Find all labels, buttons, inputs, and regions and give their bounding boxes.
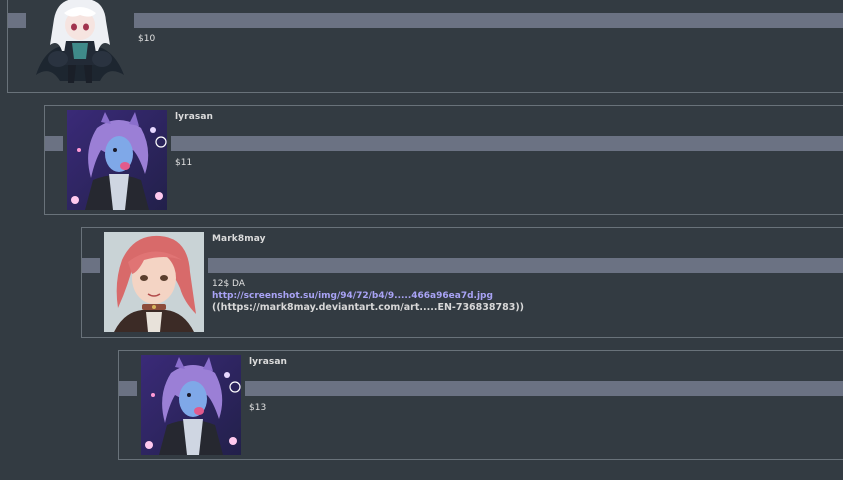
separator-bar [208,258,843,273]
avatar[interactable] [141,355,241,455]
separator-bar [8,13,26,28]
username[interactable]: lyrasan [249,357,287,367]
avatar[interactable] [67,110,167,210]
username[interactable]: Mark8may [212,234,266,244]
separator-bar [119,381,137,396]
comment-item: $10 [7,0,843,93]
deviantart-link-text: ((https://mark8may.deviantart.com/art...… [212,302,525,313]
separator-bar [82,258,100,273]
comment-item: lyrasan $11 [44,105,843,215]
comment-text: $13 [249,403,267,413]
avatar-image [104,232,204,332]
username[interactable]: lyrasan [175,112,213,122]
comment-body: 12$ DA http://screenshot.su/img/94/72/b4… [212,278,524,314]
avatar-image [67,110,167,210]
comment-thread: $10 lyrasan $11 Mark8may 12$ DA http://s… [0,0,843,480]
screenshot-link[interactable]: http://screenshot.su/img/94/72/b4/9.....… [212,290,524,302]
comment-item: lyrasan $13 [118,350,843,460]
separator-bar [245,381,843,396]
avatar-image [28,0,130,89]
comment-text: $10 [138,34,156,44]
avatar[interactable] [28,0,130,89]
separator-bar [171,136,843,151]
avatar-image [141,355,241,455]
avatar[interactable] [104,232,204,332]
separator-bar [45,136,63,151]
comment-text: $11 [175,158,193,168]
comment-text: 12$ DA [212,279,245,289]
comment-item: Mark8may 12$ DA http://screenshot.su/img… [81,227,843,338]
separator-bar [134,13,843,28]
